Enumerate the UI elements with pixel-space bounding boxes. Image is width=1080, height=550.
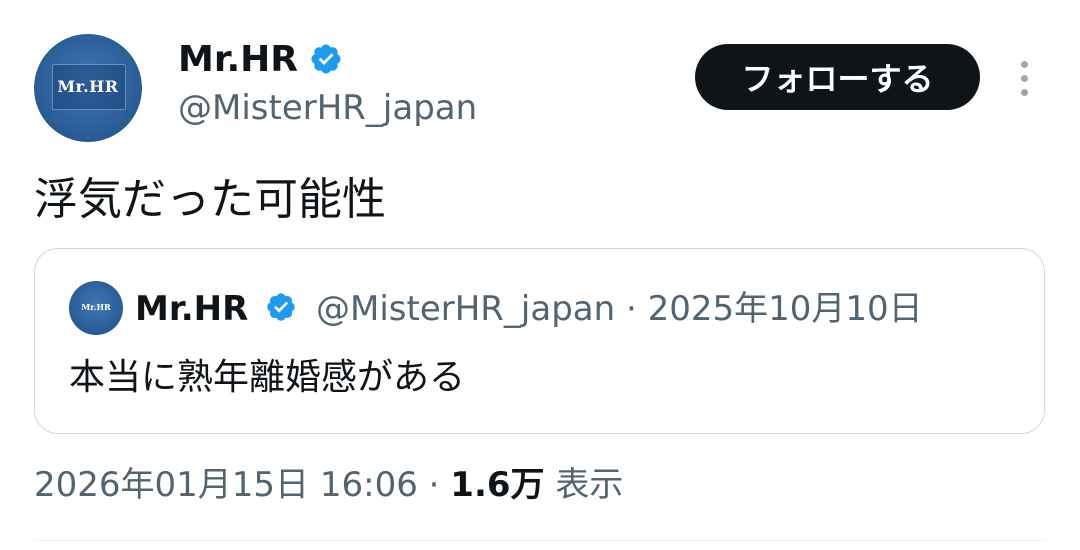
tweet-card: Mr.HR Mr.HR @MisterHR_japan フォローする 浮気だった…: [0, 0, 1080, 550]
quoted-avatar-logo-text: Mr.HR: [81, 302, 111, 312]
quoted-tweet-text: 本当に熟年離婚感がある: [69, 357, 466, 398]
verified-badge-icon: [311, 44, 341, 74]
views-label: 表示: [555, 465, 624, 505]
meta-separator: ·: [428, 465, 440, 505]
tweet-text: 浮気だった可能性: [34, 174, 386, 225]
quoted-author-display-name: Mr.HR: [135, 289, 249, 329]
views-count: 1.6万: [450, 465, 545, 505]
quoted-tweet[interactable]: Mr.HR Mr.HR @MisterHR_japan · 2025年10月10…: [34, 248, 1045, 434]
author-handle[interactable]: @MisterHR_japan: [178, 86, 477, 130]
tweet-footer-meta: 2026年01月15日 16:06 · 1.6万 表示: [34, 461, 623, 509]
avatar-logo-text: Mr.HR: [57, 77, 119, 96]
follow-button[interactable]: フォローする: [695, 44, 980, 110]
author-display-name[interactable]: Mr.HR: [178, 38, 298, 82]
quoted-tweet-meta: @MisterHR_japan · 2025年10月10日: [316, 289, 923, 329]
more-vertical-icon[interactable]: [1010, 58, 1040, 98]
quoted-author-avatar: Mr.HR: [69, 281, 123, 335]
author-avatar[interactable]: Mr.HR: [34, 34, 142, 142]
tweet-timestamp[interactable]: 2026年01月15日 16:06: [34, 465, 418, 505]
quoted-verified-badge-icon: [267, 293, 295, 321]
divider: [34, 540, 1046, 541]
